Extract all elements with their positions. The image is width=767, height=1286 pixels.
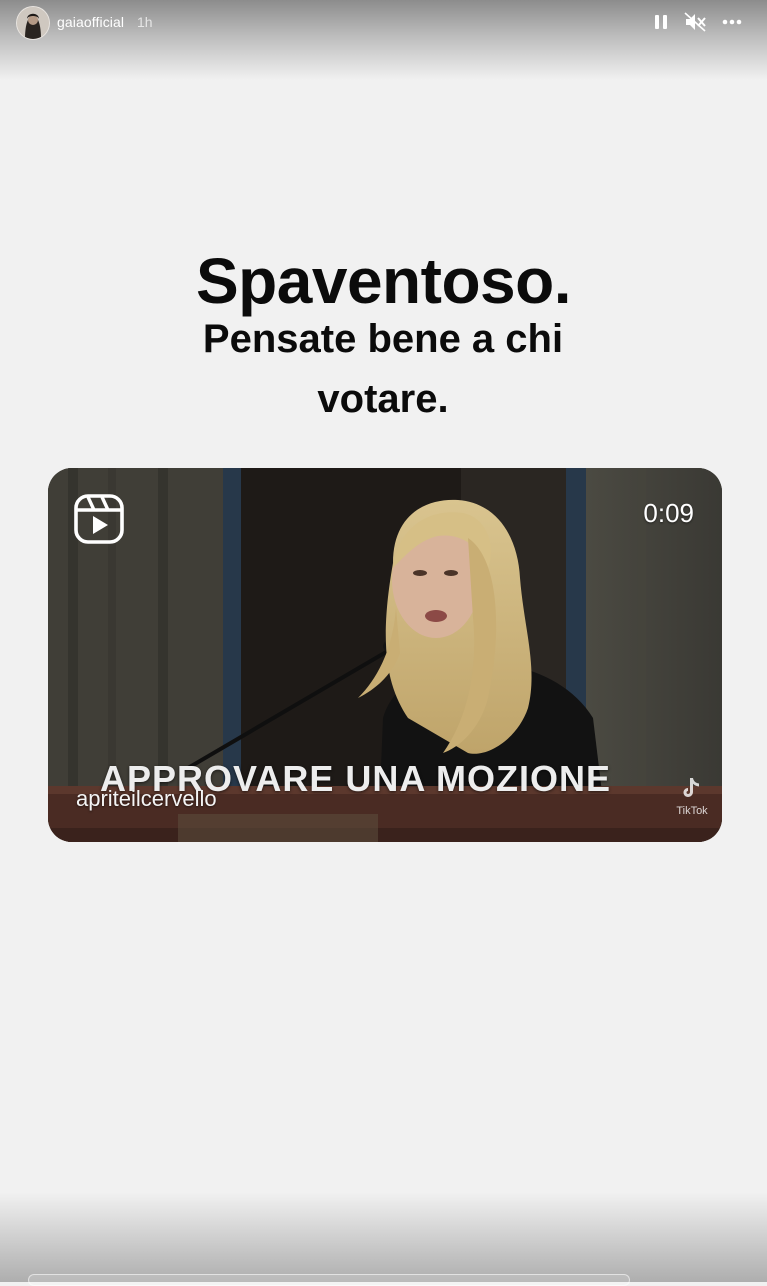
mute-button[interactable] (682, 9, 708, 35)
more-options-button[interactable] (719, 9, 745, 35)
username[interactable]: gaiaofficial (57, 14, 124, 30)
story-view[interactable]: gaiaofficial 1h Spaventoso. Pensate bene… (0, 0, 767, 1286)
post-time: 1h (137, 14, 153, 30)
bottom-gradient (0, 1192, 767, 1282)
more-icon (722, 19, 742, 25)
pause-button[interactable] (648, 9, 674, 35)
avatar[interactable] (16, 6, 50, 40)
tiktok-watermark: TikTok (668, 776, 716, 827)
story-header: gaiaofficial 1h (0, 0, 767, 46)
tiktok-label: TikTok (676, 805, 708, 817)
reply-bar[interactable] (28, 1274, 630, 1286)
shared-reel-card[interactable]: 0:09 APPROVARE UNA MOZIONE apriteilcerve… (48, 468, 722, 842)
tiktok-handle (668, 817, 716, 827)
reels-icon (74, 494, 124, 544)
video-duration: 0:09 (643, 498, 694, 528)
pause-icon (655, 15, 667, 29)
source-watermark: apriteilcervello (76, 786, 217, 811)
mute-icon (684, 12, 706, 32)
story-subline: Pensate bene a chi votare. (202, 317, 564, 421)
tiktok-icon (683, 778, 699, 797)
story-headline: Spaventoso. (195, 245, 572, 317)
